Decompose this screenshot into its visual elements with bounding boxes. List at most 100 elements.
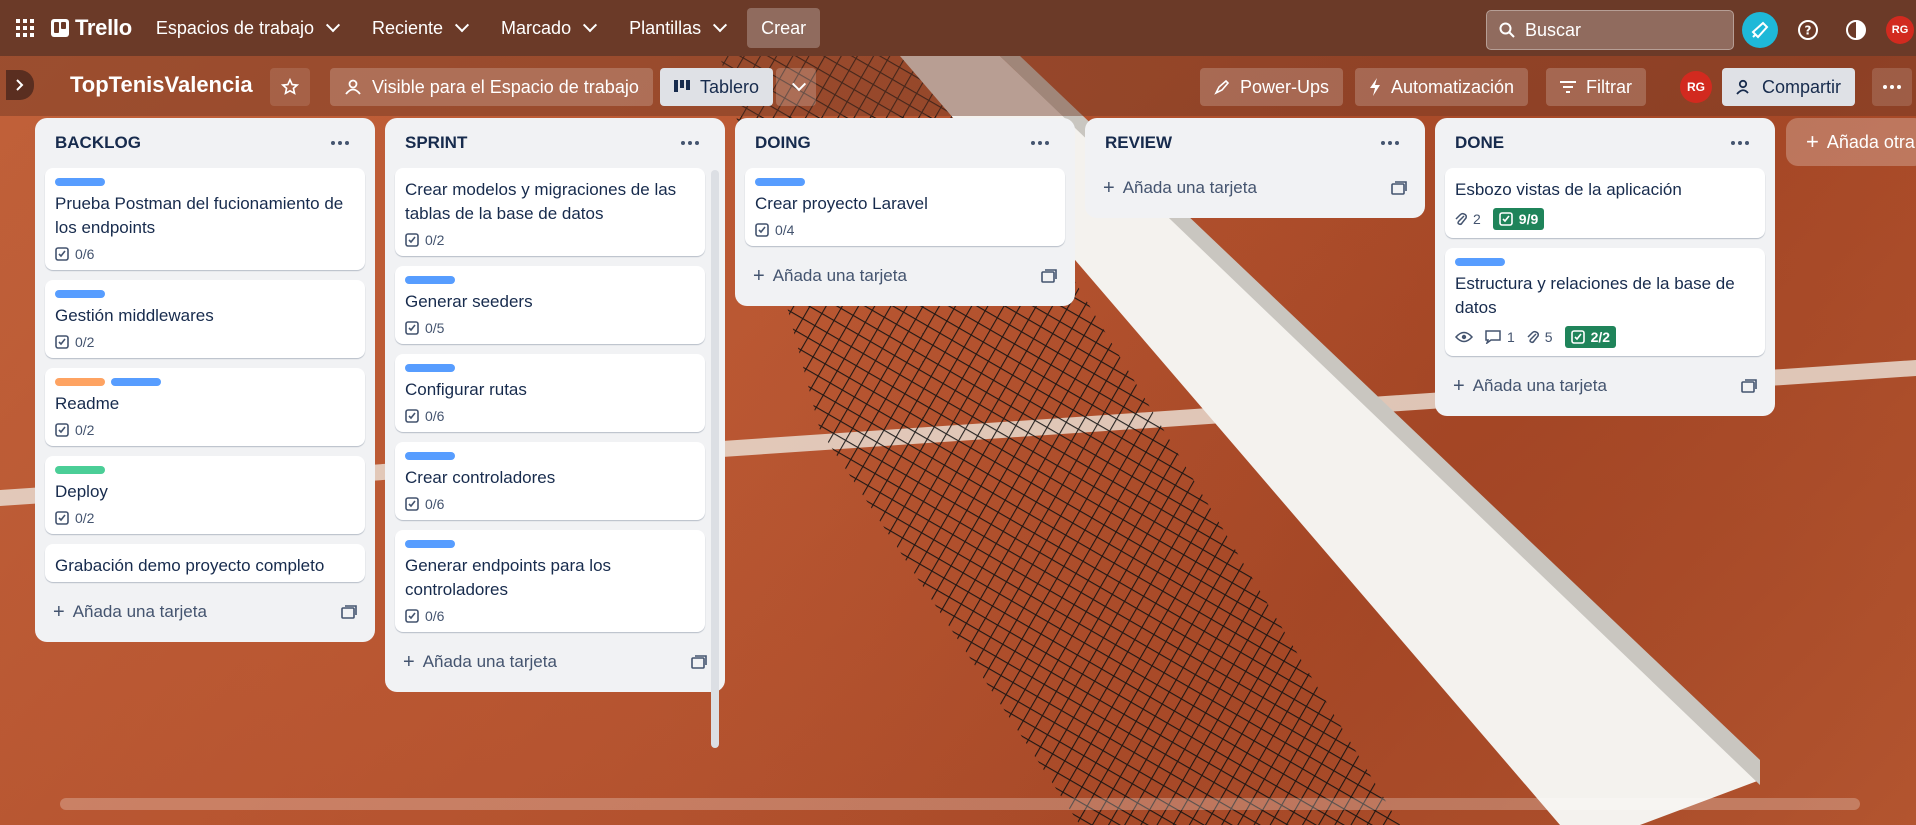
list-menu-icon[interactable]	[675, 135, 705, 151]
card[interactable]: Prueba Postman del fucionamiento de los …	[45, 168, 365, 270]
automation-button[interactable]: Automatización	[1355, 68, 1529, 106]
template-icon[interactable]	[341, 605, 357, 619]
filter-label: Filtrar	[1586, 76, 1632, 97]
add-card-button[interactable]: + Añada una tarjeta	[1095, 168, 1415, 208]
card[interactable]: Grabación demo proyecto completo	[45, 544, 365, 582]
list-title[interactable]: DOING	[755, 133, 811, 153]
list-title[interactable]: BACKLOG	[55, 133, 141, 153]
board-view-button[interactable]: Tablero	[660, 68, 774, 106]
list-menu-icon[interactable]	[1375, 135, 1405, 151]
add-card-label: Añada una tarjeta	[772, 266, 907, 285]
recent-menu[interactable]: Reciente	[360, 12, 479, 44]
card[interactable]: Readme 0/2	[45, 368, 365, 446]
label-green[interactable]	[55, 466, 105, 474]
card[interactable]: Deploy 0/2	[45, 456, 365, 534]
label-blue[interactable]	[55, 178, 105, 186]
theme-toggle-button[interactable]	[1838, 12, 1874, 48]
card[interactable]: Generar seeders 0/5	[395, 266, 705, 344]
card-title: Prueba Postman del fucionamiento de los …	[55, 194, 344, 237]
list-title[interactable]: SPRINT	[405, 133, 467, 153]
label-blue[interactable]	[1455, 258, 1505, 266]
plus-icon: +	[1103, 176, 1115, 199]
card[interactable]: Crear controladores 0/6	[395, 442, 705, 520]
visibility-button[interactable]: Visible para el Espacio de trabajo	[330, 68, 653, 106]
list-menu-icon[interactable]	[325, 135, 355, 151]
board-view-icon	[674, 80, 690, 92]
share-button[interactable]: Compartir	[1722, 68, 1856, 106]
board-title[interactable]: TopTenisValencia	[70, 72, 253, 98]
templates-label: Plantillas	[629, 17, 702, 38]
template-icon[interactable]	[691, 655, 707, 669]
add-card-button[interactable]: + Añada una tarjeta	[1445, 366, 1765, 406]
checklist-badge: 0/2	[405, 232, 444, 248]
label-blue[interactable]	[405, 276, 455, 284]
add-card-label: Añada una tarjeta	[1472, 376, 1607, 395]
label-blue[interactable]	[405, 452, 455, 460]
card-title: Gestión middlewares	[55, 306, 214, 325]
card[interactable]: Estructura y relaciones de la base de da…	[1445, 248, 1765, 356]
checkbox-icon	[405, 609, 419, 623]
card-title: Grabación demo proyecto completo	[55, 556, 325, 575]
list-menu-icon[interactable]	[1725, 135, 1755, 151]
board-horizontal-scrollbar[interactable]	[60, 798, 1860, 810]
search-input[interactable]: Buscar	[1486, 10, 1734, 50]
checklist-count: 0/6	[425, 608, 445, 624]
list-title[interactable]: DONE	[1455, 133, 1504, 153]
card[interactable]: Gestión middlewares 0/2	[45, 280, 365, 358]
card[interactable]: Esbozo vistas de la aplicación 2 9/9	[1445, 168, 1765, 238]
label-blue[interactable]	[111, 378, 161, 386]
template-icon[interactable]	[1391, 181, 1407, 195]
card-title: Generar seeders	[405, 292, 533, 311]
help-button[interactable]: ?	[1790, 12, 1826, 48]
label-blue[interactable]	[405, 364, 455, 372]
checklist-count: 0/6	[75, 246, 95, 262]
view-switcher-button[interactable]	[776, 68, 816, 106]
card[interactable]: Configurar rutas 0/6	[395, 354, 705, 432]
templates-menu[interactable]: Plantillas	[617, 12, 737, 44]
card-title: Deploy	[55, 482, 108, 501]
sidebar-expand-button[interactable]	[6, 70, 34, 100]
board-menu-button[interactable]	[1872, 68, 1912, 106]
workspaces-menu[interactable]: Espacios de trabajo	[144, 12, 350, 44]
label-blue[interactable]	[55, 290, 105, 298]
starred-menu[interactable]: Marcado	[489, 12, 607, 44]
template-icon[interactable]	[1041, 269, 1057, 283]
list-review: REVIEW + Añada una tarjeta	[1085, 118, 1425, 218]
svg-text:?: ?	[1805, 24, 1812, 38]
label-orange[interactable]	[55, 378, 105, 386]
label-blue[interactable]	[755, 178, 805, 186]
add-card-button[interactable]: + Añada una tarjeta	[45, 592, 365, 632]
list-scrollbar[interactable]	[711, 170, 719, 748]
apps-grid-icon[interactable]	[9, 12, 41, 44]
chevron-down-icon	[325, 18, 341, 33]
chevron-down-icon	[791, 77, 807, 92]
notifications-megaphone-button[interactable]	[1742, 12, 1778, 48]
label-blue[interactable]	[405, 540, 455, 548]
template-icon[interactable]	[1741, 379, 1757, 393]
add-card-button[interactable]: + Añada una tarjeta	[745, 256, 1065, 296]
checklist-badge: 0/6	[55, 246, 94, 262]
board-member-avatar[interactable]: RG	[1680, 71, 1712, 103]
powerups-button[interactable]: Power-Ups	[1200, 68, 1344, 106]
star-board-button[interactable]	[270, 68, 310, 106]
user-avatar[interactable]: RG	[1886, 16, 1914, 44]
checklist-badge: 0/6	[405, 608, 444, 624]
filter-button[interactable]: Filtrar	[1546, 68, 1646, 106]
more-icon	[1877, 79, 1907, 95]
card[interactable]: Crear modelos y migraciones de las tabla…	[395, 168, 705, 256]
plus-icon: +	[1453, 374, 1465, 397]
card-title: Configurar rutas	[405, 380, 527, 399]
create-button[interactable]: Crear	[747, 8, 821, 48]
attachments-count: 5	[1544, 329, 1553, 345]
checkbox-icon	[55, 247, 69, 261]
starred-label: Marcado	[501, 17, 572, 38]
list-menu-icon[interactable]	[1025, 135, 1055, 151]
list-title[interactable]: REVIEW	[1105, 133, 1172, 153]
add-list-button[interactable]: + Añada otra	[1786, 118, 1916, 166]
trello-logo[interactable]: Trello	[51, 15, 132, 41]
add-card-button[interactable]: + Añada una tarjeta	[395, 642, 715, 682]
checkbox-icon	[55, 335, 69, 349]
card[interactable]: Crear proyecto Laravel 0/4	[745, 168, 1065, 246]
card[interactable]: Generar endpoints para los controladores…	[395, 530, 705, 632]
trello-logo-icon	[51, 19, 69, 37]
